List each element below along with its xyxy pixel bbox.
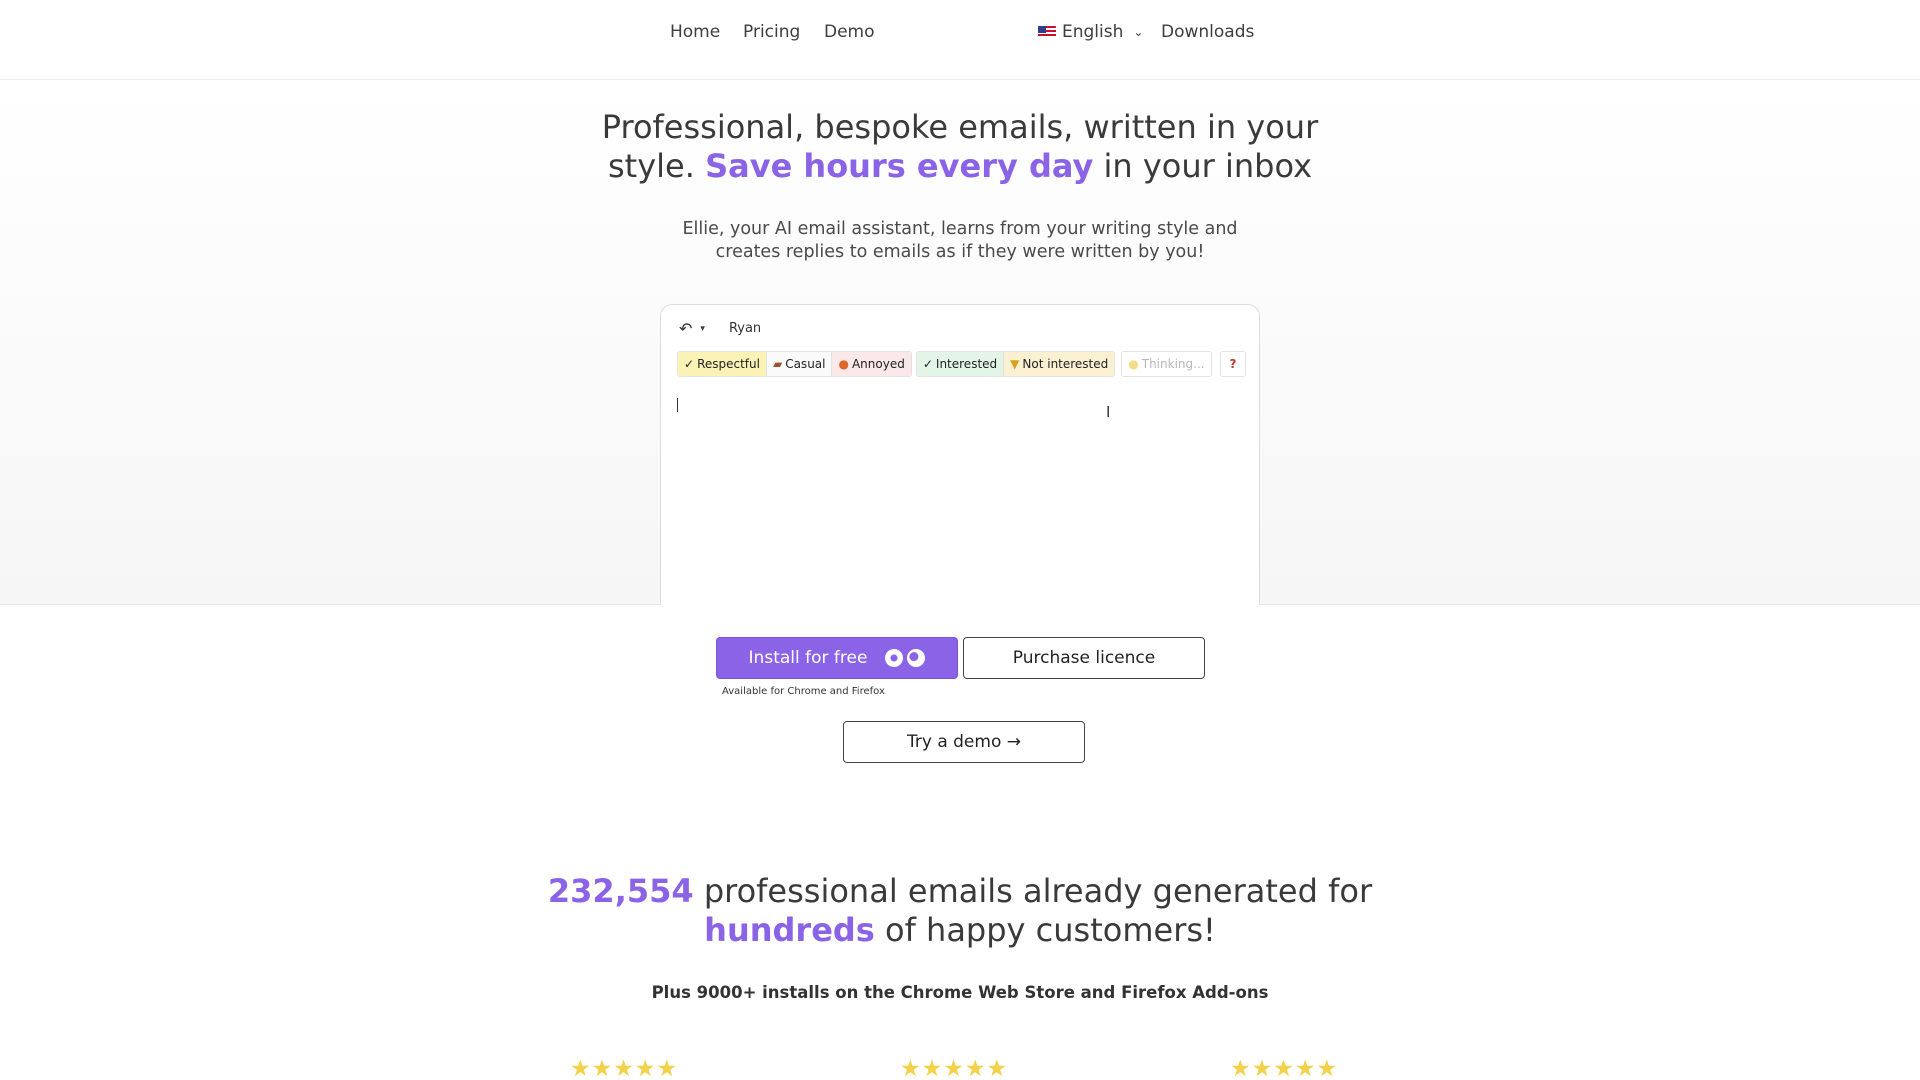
- hero-title-accent: Save hours every day: [705, 147, 1094, 185]
- stats-text-1: professional emails already generated fo…: [703, 872, 1373, 910]
- tone-respectful[interactable]: ✓ Respectful: [678, 352, 767, 376]
- rating-stars-1: ★★★★★: [570, 1056, 679, 1080]
- help-button[interactable]: ?: [1220, 351, 1246, 377]
- tone-toolbar: ✓ Respectful ▰ Casual ● Annoyed ✓ Intere…: [677, 351, 1212, 377]
- email-count: 232,554: [547, 872, 694, 910]
- hero-title: Professional, bespoke emails, written in…: [560, 108, 1360, 186]
- tone-not-interested[interactable]: ▼ Not interested: [1004, 352, 1115, 376]
- stats-text-2: of happy customers!: [885, 911, 1216, 949]
- tone-label: Respectful: [697, 357, 760, 371]
- top-navigation: Home Pricing Demo English ⌄ Downloads: [0, 0, 1920, 80]
- firefox-icon: [907, 649, 926, 667]
- try-demo-button[interactable]: Try a demo →: [843, 721, 1085, 763]
- casual-emoji-icon: ▰: [772, 357, 783, 371]
- tone-label: Casual: [785, 357, 826, 371]
- chevron-down-icon: ⌄: [1133, 25, 1144, 39]
- chrome-icon: [885, 649, 904, 667]
- nav-link-home[interactable]: Home: [670, 22, 720, 42]
- thinking-label: Thinking...: [1141, 357, 1205, 371]
- us-flag-icon: [1038, 26, 1056, 38]
- tone-casual[interactable]: ▰ Casual: [766, 352, 833, 376]
- tone-label: Annoyed: [851, 357, 905, 371]
- purchase-licence-button[interactable]: Purchase licence: [963, 637, 1205, 679]
- install-button[interactable]: Install for free: [716, 637, 958, 679]
- rating-stars-3: ★★★★★: [1230, 1056, 1339, 1080]
- check-icon: ✓: [922, 357, 933, 371]
- tone-annoyed[interactable]: ● Annoyed: [832, 352, 911, 376]
- stats-heading: 232,554 professional emails already gene…: [460, 872, 1460, 950]
- email-editor-demo: ↶ ▾ Ryan ✓ Respectful ▰ Casual ● Annoyed…: [660, 304, 1260, 605]
- installs-subline: Plus 9000+ installs on the Chrome Web St…: [651, 983, 1269, 1002]
- reply-icon[interactable]: ↶: [679, 319, 692, 338]
- email-body-input[interactable]: [677, 393, 1243, 593]
- check-icon: ✓: [684, 357, 695, 371]
- rating-stars-2: ★★★★★: [900, 1056, 1009, 1080]
- install-button-label: Install for free: [748, 648, 868, 668]
- reply-dropdown-icon[interactable]: ▾: [700, 324, 705, 334]
- annoyed-emoji-icon: ●: [838, 357, 849, 371]
- tone-interested[interactable]: ✓ Interested: [916, 352, 1005, 376]
- hero-subtitle: Ellie, your AI email assistant, learns f…: [682, 219, 1238, 262]
- thumbs-down-icon: ▼: [1010, 357, 1020, 371]
- reply-header: ↶ ▾ Ryan: [679, 319, 761, 338]
- browser-icons: [885, 649, 926, 667]
- tone-label: Interested: [935, 357, 998, 371]
- stats-accent-hundreds: hundreds: [704, 911, 875, 949]
- thinking-emoji-icon: ●: [1128, 357, 1139, 371]
- nav-link-downloads[interactable]: Downloads: [1161, 22, 1254, 42]
- hero-title-part2: in your inbox: [1103, 147, 1312, 185]
- availability-note: Available for Chrome and Firefox: [722, 686, 885, 697]
- thinking-indicator: ● Thinking...: [1121, 351, 1212, 377]
- tone-group-style: ✓ Respectful ▰ Casual ● Annoyed: [677, 351, 912, 377]
- mouse-ibeam-cursor-icon: I: [1106, 403, 1111, 421]
- tone-label: Not interested: [1022, 357, 1109, 371]
- nav-link-pricing[interactable]: Pricing: [743, 22, 800, 42]
- text-cursor: [677, 398, 678, 412]
- tone-group-intent: ✓ Interested ▼ Not interested: [915, 351, 1116, 377]
- language-selector[interactable]: English ⌄: [1038, 22, 1143, 42]
- language-label: English: [1062, 22, 1124, 42]
- recipient-name: Ryan: [728, 321, 762, 336]
- nav-link-demo[interactable]: Demo: [824, 22, 875, 42]
